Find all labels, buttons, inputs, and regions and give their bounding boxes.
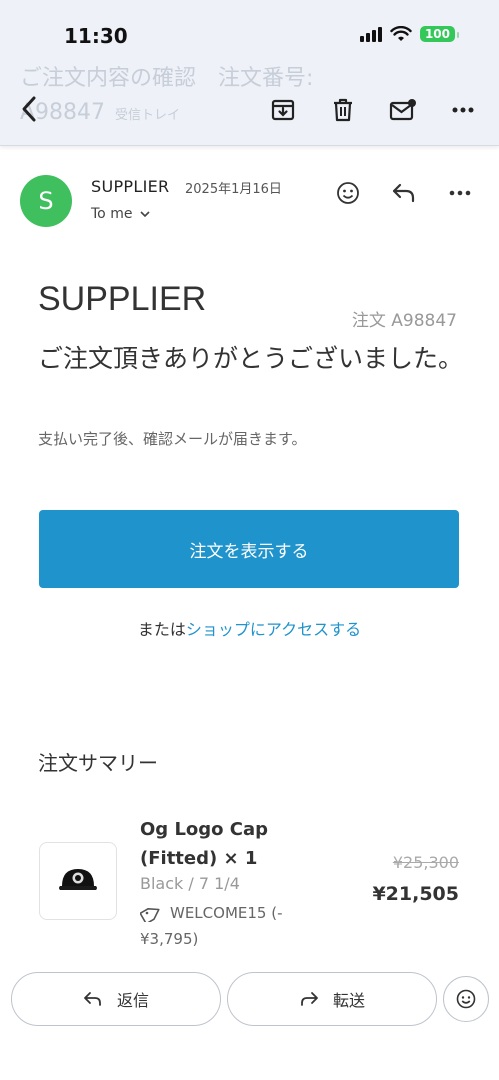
- payment-note: 支払い完了後、確認メールが届きます。: [38, 430, 307, 448]
- more-icon: [452, 107, 474, 113]
- back-button[interactable]: [12, 92, 46, 126]
- trash-icon: [334, 98, 352, 122]
- status-time: 11:30: [64, 24, 128, 48]
- sender-row: S SUPPLIER 2025年1月16日 To me: [0, 168, 499, 238]
- wifi-icon: [390, 26, 412, 41]
- emoji-reaction-button[interactable]: [443, 976, 489, 1022]
- product-image[interactable]: [39, 842, 117, 920]
- reply-button[interactable]: 返信: [11, 972, 221, 1026]
- reply-quick-button[interactable]: [387, 176, 421, 210]
- archive-icon: [271, 99, 295, 121]
- reply-icon: [392, 183, 415, 203]
- archive-button[interactable]: [265, 92, 301, 128]
- tag-icon: [140, 907, 160, 922]
- shop-line: またはショップにアクセスする: [0, 616, 499, 640]
- product-variant: Black / 7 1/4: [140, 874, 240, 893]
- forward-icon: [301, 992, 318, 1006]
- more-icon: [449, 190, 471, 196]
- discount-code: WELCOME15 (-¥3,795): [140, 900, 340, 952]
- order-number: 注文 A98847: [351, 311, 457, 331]
- delete-button[interactable]: [325, 92, 361, 128]
- emoji-icon: [456, 989, 476, 1009]
- more-button[interactable]: [445, 92, 481, 128]
- shop-link[interactable]: ショップにアクセスする: [186, 620, 361, 639]
- brand-name: SUPPLIER: [38, 280, 207, 318]
- battery-indicator: 100: [419, 26, 460, 42]
- order-summary-title: 注文サマリー: [38, 751, 158, 775]
- bottom-action-bar: 返信 転送: [0, 960, 499, 1080]
- thanks-heading: ご注文頂きありがとうございました。: [38, 344, 464, 373]
- cap-icon: [59, 869, 97, 890]
- message-more-button[interactable]: [443, 176, 477, 210]
- reply-icon: [84, 992, 101, 1006]
- view-order-button[interactable]: 注文を表示する: [39, 510, 459, 588]
- sender-name[interactable]: SUPPLIER: [91, 177, 169, 196]
- sender-avatar[interactable]: S: [20, 175, 72, 227]
- forward-label: 転送: [332, 991, 365, 1010]
- original-price: ¥25,300: [392, 853, 459, 872]
- status-icons: 100: [359, 26, 460, 42]
- mark-unread-button[interactable]: [385, 92, 421, 128]
- forward-button[interactable]: 転送: [227, 972, 437, 1026]
- emoji-icon: [337, 182, 359, 204]
- recipient-label: To me: [91, 206, 133, 222]
- mark-unread-icon: [389, 99, 416, 121]
- react-button[interactable]: [331, 176, 365, 210]
- message-date: 2025年1月16日: [185, 182, 282, 197]
- recipient-toggle[interactable]: To me: [91, 206, 151, 222]
- toolbar: [265, 92, 481, 128]
- top-bar: 11:30 100 ご注文内容の確認 注文番号: A98847 受信トレイ: [0, 0, 499, 146]
- folder-label: 受信トレイ: [115, 108, 181, 123]
- product-name: Og Logo Cap (Fitted) × 1: [140, 819, 269, 869]
- subject-line: ご注文内容の確認 注文番号:: [20, 66, 314, 91]
- reply-label: 返信: [116, 991, 149, 1010]
- sale-price: ¥21,505: [372, 883, 459, 905]
- or-text: または: [137, 620, 186, 639]
- message-actions: [331, 176, 477, 210]
- signal-icon: [359, 26, 382, 42]
- chevron-down-icon: [140, 210, 151, 217]
- back-icon: [22, 96, 36, 122]
